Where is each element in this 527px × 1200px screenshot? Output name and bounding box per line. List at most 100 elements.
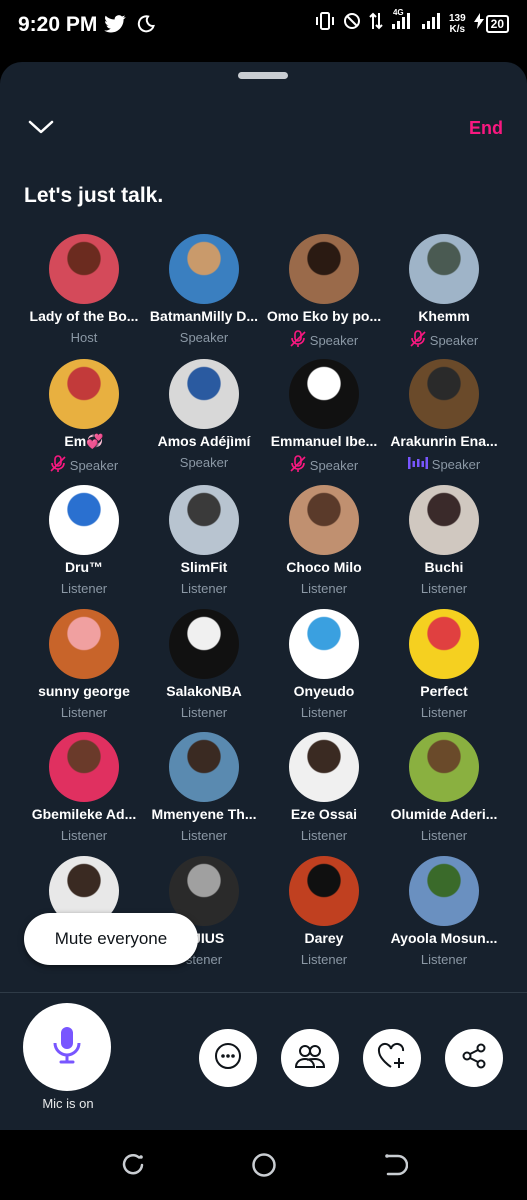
avatar[interactable] [409, 359, 479, 429]
mic-status-label: Mic is on [42, 1096, 94, 1111]
participant-card[interactable]: SalakoNBA Listener [144, 609, 264, 729]
microphone-icon [51, 1025, 83, 1070]
mute-everyone-button[interactable]: Mute everyone [24, 913, 198, 965]
avatar[interactable] [49, 234, 119, 304]
back-icon [382, 1152, 409, 1183]
avatar[interactable] [409, 234, 479, 304]
participant-card[interactable]: Amos Adéjìmí Speaker [144, 359, 264, 479]
participant-role: Listener [384, 705, 504, 720]
participant-card[interactable]: Gbemileke Ad... Listener [24, 732, 144, 852]
participant-card[interactable]: Eze Ossai Listener [264, 732, 384, 852]
participant-card[interactable]: Perfect Listener [384, 609, 504, 729]
avatar[interactable] [49, 609, 119, 679]
share-button[interactable] [445, 1029, 503, 1087]
avatar[interactable] [289, 485, 359, 555]
participant-name: Dru™ [64, 559, 104, 575]
participant-name: Emmanuel Ibe... [270, 433, 378, 449]
participant-role: Listener [384, 581, 504, 596]
participant-card[interactable]: SlimFit Listener [144, 485, 264, 605]
avatar[interactable] [169, 359, 239, 429]
participant-card[interactable]: Buchi Listener [384, 485, 504, 605]
participant-role: Listener [144, 828, 264, 843]
nav-recents-button[interactable] [118, 1152, 148, 1182]
participant-name: Onyeudo [293, 683, 355, 699]
participant-card[interactable]: Mmenyene Th... Listener [144, 732, 264, 852]
avatar[interactable] [409, 609, 479, 679]
divider [0, 992, 527, 993]
people-icon [294, 1043, 326, 1074]
participant-card[interactable]: Lady of the Bo... Host [24, 234, 144, 354]
drag-handle[interactable] [238, 72, 288, 79]
participant-card[interactable]: Emmanuel Ibe... Speaker [264, 359, 384, 479]
participant-name: BatmanMilly D... [149, 308, 259, 324]
role-label: Listener [300, 705, 348, 720]
avatar[interactable] [169, 485, 239, 555]
avatar[interactable] [169, 732, 239, 802]
mic-button[interactable] [23, 1003, 111, 1091]
share-icon [460, 1042, 488, 1075]
muted-mic-icon [290, 455, 306, 476]
chevron-down-icon [26, 120, 56, 146]
end-space-button[interactable]: End [469, 118, 503, 139]
people-button[interactable] [281, 1029, 339, 1087]
react-button[interactable] [363, 1029, 421, 1087]
avatar[interactable] [409, 485, 479, 555]
participant-card[interactable]: sunny george Listener [24, 609, 144, 729]
participant-name: Choco Milo [286, 559, 362, 575]
avatar[interactable] [49, 485, 119, 555]
avatar[interactable] [49, 732, 119, 802]
avatar[interactable] [289, 856, 359, 926]
collapse-button[interactable] [26, 112, 56, 142]
home-icon [250, 1151, 278, 1184]
more-options-button[interactable] [199, 1029, 257, 1087]
avatar[interactable] [289, 609, 359, 679]
avatar[interactable] [49, 359, 119, 429]
role-label: Listener [300, 952, 348, 967]
participant-card[interactable]: Olumide Aderi... Listener [384, 732, 504, 852]
data-transfer-icon [369, 12, 383, 35]
participant-role: Listener [384, 828, 504, 843]
avatar[interactable] [289, 732, 359, 802]
participant-name: sunny george [38, 683, 130, 699]
participant-name: Khemm [418, 308, 470, 324]
avatar[interactable] [409, 732, 479, 802]
role-label: Speaker [69, 458, 119, 473]
avatar[interactable] [169, 234, 239, 304]
avatar[interactable] [169, 609, 239, 679]
muted-mic-icon [290, 330, 306, 351]
space-sheet: End Let's just talk. Lady of the Bo... Ho… [0, 62, 527, 1130]
participant-card[interactable]: Choco Milo Listener [264, 485, 384, 605]
battery-indicator: 20 [473, 13, 509, 34]
nav-home-button[interactable] [249, 1152, 279, 1182]
avatar[interactable] [409, 856, 479, 926]
role-label: Listener [60, 705, 108, 720]
nav-back-button[interactable] [380, 1152, 410, 1182]
participant-role: Speaker [384, 330, 504, 351]
role-label: Listener [420, 705, 468, 720]
participant-card[interactable]: Arakunrin Ena... Speaker [384, 359, 504, 479]
role-label: Host [70, 330, 98, 345]
status-time: 9:20 PM [18, 13, 98, 36]
avatar[interactable] [289, 359, 359, 429]
avatar[interactable] [289, 234, 359, 304]
participant-card[interactable]: Onyeudo Listener [264, 609, 384, 729]
role-label: Listener [180, 705, 228, 720]
participant-card[interactable]: Em💞 Speaker [24, 359, 144, 479]
participant-card[interactable]: Darey Listener [264, 856, 384, 976]
role-label: Listener [420, 952, 468, 967]
role-label: Listener [300, 581, 348, 596]
participant-role: Listener [144, 705, 264, 720]
role-label: Speaker [179, 330, 229, 345]
role-label: Listener [420, 581, 468, 596]
more-dots-icon [213, 1041, 243, 1076]
charging-icon [473, 13, 484, 34]
participant-card[interactable]: Ayoola Mosun... Listener [384, 856, 504, 976]
participant-card[interactable]: Omo Eko by po... Speaker [264, 234, 384, 354]
role-label: Listener [60, 828, 108, 843]
participant-name: SlimFit [180, 559, 228, 575]
participant-card[interactable]: Dru™ Listener [24, 485, 144, 605]
participant-card[interactable]: BatmanMilly D... Speaker [144, 234, 264, 354]
participant-card[interactable]: Khemm Speaker [384, 234, 504, 354]
muted-mic-icon [410, 330, 426, 351]
heart-plus-icon [377, 1042, 407, 1075]
